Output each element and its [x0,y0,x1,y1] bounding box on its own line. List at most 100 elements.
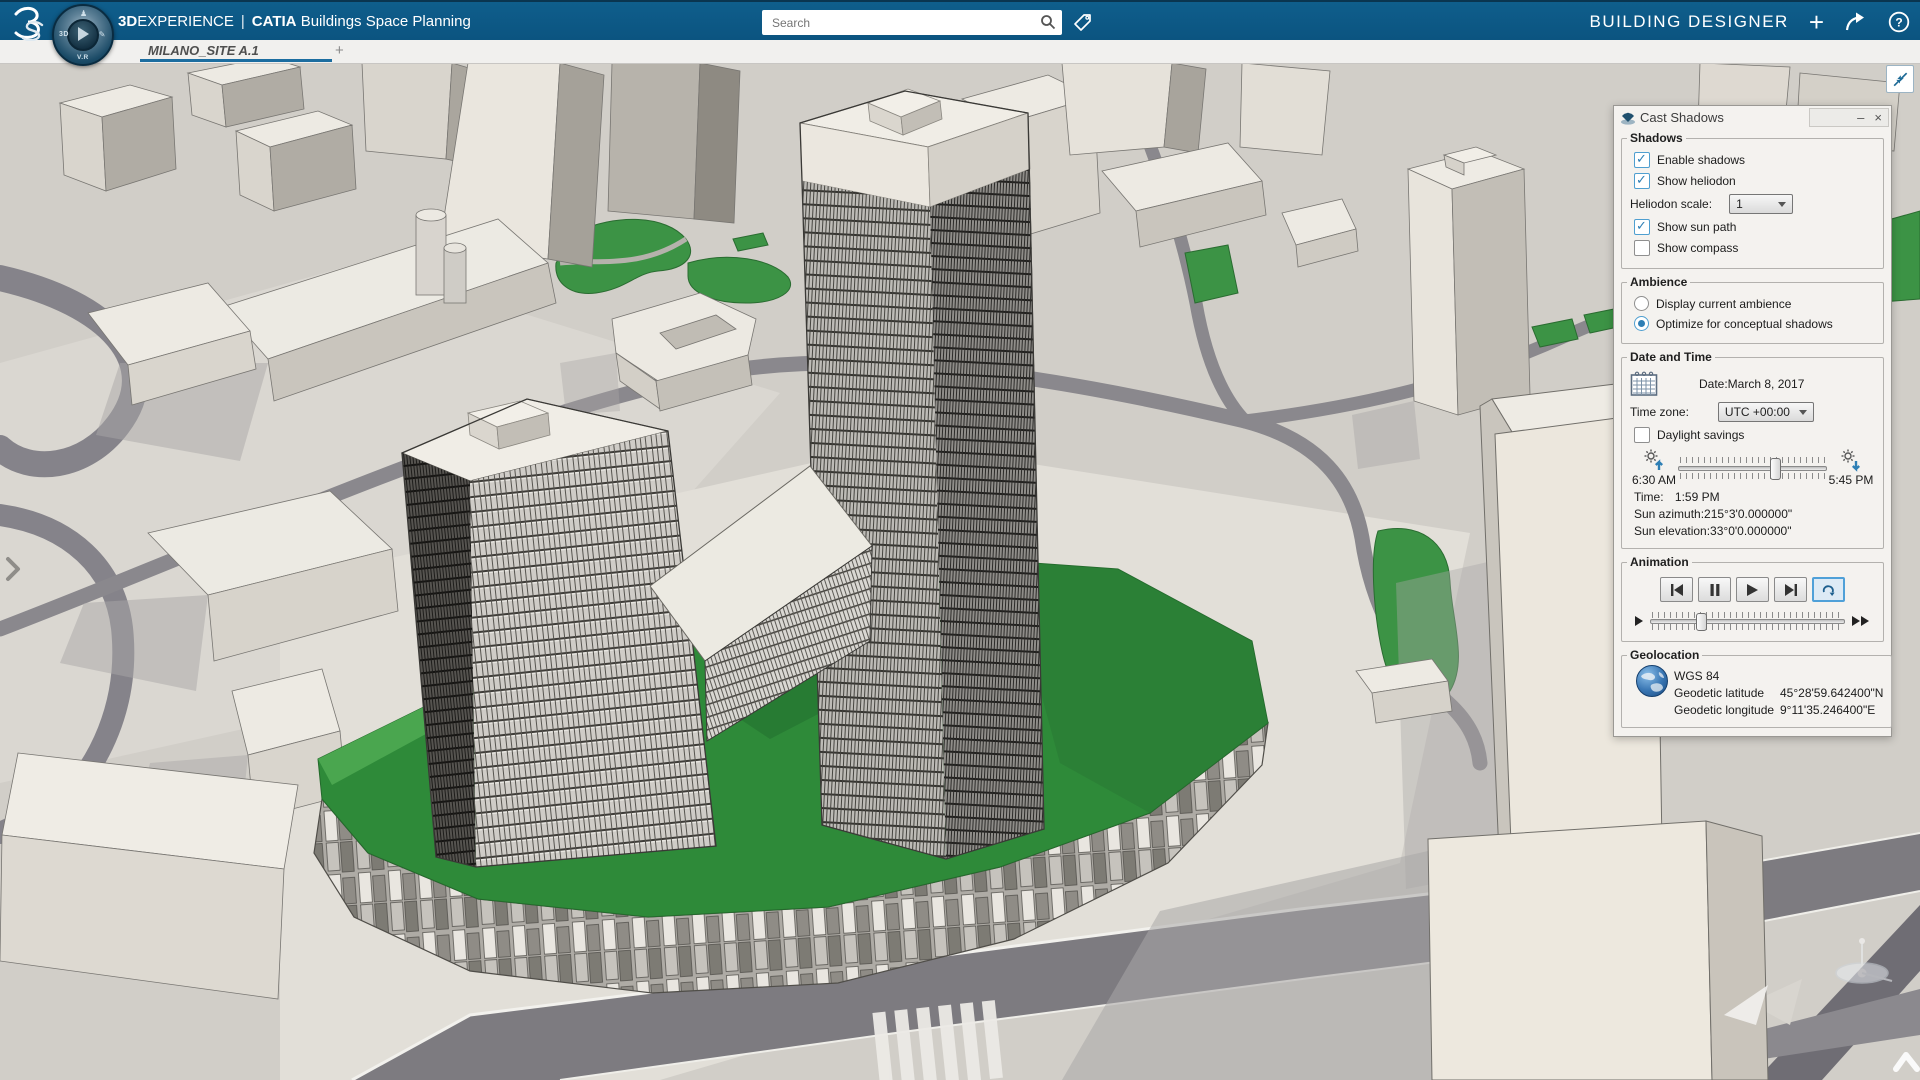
title-divider: | [241,13,245,30]
optimize-shadows-label: Optimize for conceptual shadows [1656,317,1833,331]
enable-shadows-row[interactable]: Enable shadows [1634,152,1875,168]
speed-slider-thumb[interactable] [1696,613,1707,631]
panel-controls: – × [1809,108,1889,127]
longitude-value: 9°11'35.246400"E [1780,703,1875,717]
app-title: 3DEXPERIENCE | CATIA Buildings Space Plann… [118,13,471,30]
compass-west-label[interactable]: 3D [59,31,69,38]
enable-shadows-checkbox[interactable] [1634,152,1650,168]
compass-center[interactable] [67,19,99,51]
compass-south-label[interactable]: V.R [77,54,89,61]
animation-speed-slider[interactable] [1650,612,1845,630]
pause-button[interactable] [1698,577,1731,602]
current-ambience-label: Display current ambience [1656,297,1791,311]
slider-ticks [1652,612,1843,618]
longitude-label: Geodetic longitude [1674,703,1780,717]
show-heliodon-row[interactable]: Show heliodon [1634,173,1875,189]
daylight-savings-row[interactable]: Daylight savings [1634,427,1875,443]
timezone-select[interactable]: UTC +00:00 [1718,402,1814,422]
compass-north-icon[interactable]: ♟ [80,9,88,18]
datetime-group: Date and Time Date:March 8, 2017 Time zo… [1621,350,1884,549]
datetime-legend: Date and Time [1627,350,1715,364]
sun-elevation: Sun elevation:33°0'0.000000" [1634,524,1875,538]
skip-to-end-button[interactable] [1774,577,1807,602]
daylight-savings-checkbox[interactable] [1634,427,1650,443]
optimize-shadows-row[interactable]: Optimize for conceptual shadows [1634,316,1875,331]
search-input[interactable] [770,13,1024,33]
timezone-label: Time zone: [1630,405,1689,419]
animation-group: Animation [1621,555,1884,642]
search-icon[interactable] [1040,14,1056,30]
calendar-icon[interactable] [1630,371,1658,397]
time-of-day-slider[interactable] [1678,457,1827,479]
application-window: ♟ 3D ✎ V.R 3DEXPERIENCE|CATIA Buildings … [0,0,1920,1080]
current-ambience-radio[interactable] [1634,296,1649,311]
show-compass-row[interactable]: Show compass [1634,240,1875,256]
top-bar: ♟ 3D ✎ V.R 3DEXPERIENCE|CATIA Buildings … [0,0,1920,40]
3dexperience-compass[interactable]: ♟ 3D ✎ V.R [52,4,114,66]
cream-building [1428,819,1768,1080]
date-value: Date:March 8, 2017 [1699,377,1804,391]
show-heliodon-label: Show heliodon [1657,174,1736,188]
fast-speed-icon [1851,616,1871,626]
collapse-arrows-icon [1890,69,1910,89]
tag-icon[interactable] [1072,11,1094,33]
brand-experience: EXPERIENCE [137,13,234,30]
play-button[interactable] [1736,577,1769,602]
heliodon-scale-select[interactable]: 1 [1729,194,1793,214]
time-value: 1:59 PM [1675,490,1720,504]
app-name: Buildings Space Planning [301,13,471,30]
tab-milano-site[interactable]: MILANO_SITE A.1 [140,40,332,62]
sunrise-icon [1642,448,1666,472]
play-icon [78,27,89,41]
ambience-group: Ambience Display current ambience Optimi… [1621,275,1884,344]
cast-shadows-icon [1620,111,1636,125]
show-compass-checkbox[interactable] [1634,240,1650,256]
sunrise-time: 6:30 AM [1632,473,1676,487]
tab-label: MILANO_SITE A.1 [148,43,259,58]
shadows-group: Shadows Enable shadows Show heliodon Hel… [1621,131,1884,269]
role-title: BUILDING DESIGNER [1590,12,1789,32]
show-sunpath-row[interactable]: Show sun path [1634,219,1875,235]
slider-track[interactable] [1678,466,1827,471]
chevron-down-icon [1778,202,1786,207]
enable-shadows-label: Enable shadows [1657,153,1745,167]
app-catia: CATIA [252,13,297,30]
close-button[interactable]: × [1874,111,1882,124]
search-box[interactable] [762,10,1062,35]
latitude-label: Geodetic latitude [1674,686,1780,700]
active-tab-underline [140,59,332,62]
svg-text:?: ? [1895,16,1902,30]
chevron-down-icon [1799,410,1807,415]
show-compass-label: Show compass [1657,241,1738,255]
help-button[interactable]: ? [1888,11,1910,33]
geodetic-datum: WGS 84 [1674,669,1719,683]
header-actions: BUILDING DESIGNER + ? [1590,2,1911,42]
sunset-time: 5:45 PM [1829,473,1874,487]
heliodon-scale-label: Heliodon scale: [1630,197,1712,211]
panel-title-bar[interactable]: Cast Shadows – × [1614,106,1891,129]
right-tower [800,89,1044,859]
sunset-icon [1839,448,1863,472]
loop-button[interactable] [1812,577,1845,602]
time-label: Time: [1634,490,1664,504]
share-button[interactable] [1844,11,1868,33]
brand-3d: 3D [118,13,137,30]
animation-legend: Animation [1627,555,1692,569]
skip-to-start-button[interactable] [1660,577,1693,602]
optimize-shadows-radio[interactable] [1634,316,1649,331]
panel-title: Cast Shadows [1640,110,1724,125]
slider-ticks [1652,624,1843,630]
add-content-button[interactable]: + [1809,11,1824,33]
time-slider-thumb[interactable] [1770,458,1781,480]
geolocation-legend: Geolocation [1627,648,1702,662]
3ds-logo[interactable] [8,5,50,41]
show-sunpath-checkbox[interactable] [1634,219,1650,235]
collapse-view-button[interactable] [1886,65,1914,93]
new-tab-button[interactable]: + [335,42,344,59]
minimize-button[interactable]: – [1857,111,1864,124]
show-heliodon-checkbox[interactable] [1634,173,1650,189]
compass-east-icon[interactable]: ✎ [99,30,106,39]
cast-shadows-panel: Cast Shadows – × Shadows Enable shadows … [1613,105,1892,737]
current-ambience-row[interactable]: Display current ambience [1634,296,1875,311]
show-sunpath-label: Show sun path [1657,220,1736,234]
